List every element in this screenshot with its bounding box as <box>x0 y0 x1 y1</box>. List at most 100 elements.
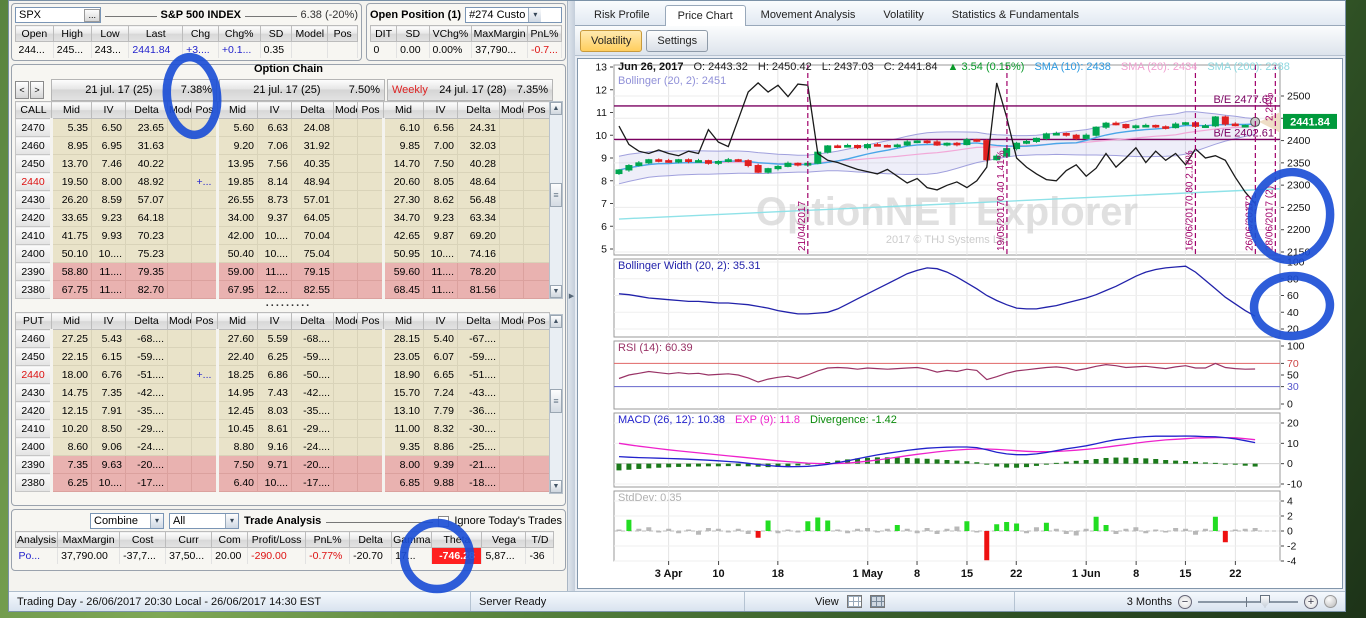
option-cell[interactable]: 11.00 <box>384 420 424 438</box>
option-cell[interactable] <box>500 402 524 420</box>
price-chart-svg[interactable]: OptionNET Explorer2017 © THJ Systems Ltd… <box>578 59 1360 591</box>
option-cell[interactable] <box>524 330 550 348</box>
option-cell[interactable] <box>358 191 384 209</box>
option-cell[interactable]: 8.73 <box>258 191 292 209</box>
option-cell[interactable]: 5.43 <box>92 330 126 348</box>
option-cell[interactable] <box>192 137 218 155</box>
option-cell[interactable] <box>168 456 192 474</box>
option-cell[interactable] <box>192 209 218 227</box>
option-cell[interactable]: 5.59 <box>258 330 292 348</box>
option-cell[interactable]: 15.70 <box>384 384 424 402</box>
option-cell[interactable] <box>500 245 524 263</box>
option-cell[interactable] <box>168 348 192 366</box>
option-cell[interactable]: 11.... <box>92 281 126 299</box>
option-cell[interactable] <box>192 119 218 137</box>
option-cell[interactable] <box>500 420 524 438</box>
option-cell[interactable] <box>334 366 358 384</box>
option-cell[interactable]: 8.60 <box>52 438 92 456</box>
option-cell[interactable]: 42.65 <box>384 227 424 245</box>
option-cell[interactable]: 6.50 <box>92 119 126 137</box>
put-table-scrollbar[interactable]: ▲ ≡ ▼ <box>549 314 563 494</box>
option-cell[interactable]: 40.35 <box>292 155 334 173</box>
option-cell[interactable]: 9.23 <box>92 209 126 227</box>
option-cell[interactable]: 8.00 <box>384 456 424 474</box>
option-cell[interactable]: 5.35 <box>52 119 92 137</box>
option-cell[interactable]: -29.... <box>292 420 334 438</box>
ignore-trades-checkbox[interactable] <box>438 516 449 527</box>
option-cell[interactable]: 59.60 <box>384 263 424 281</box>
option-cell[interactable]: -35.... <box>292 402 334 420</box>
option-cell[interactable]: 50.95 <box>384 245 424 263</box>
option-cell[interactable] <box>524 245 550 263</box>
option-cell[interactable]: 12.45 <box>218 402 258 420</box>
option-cell[interactable] <box>168 137 192 155</box>
option-cell[interactable]: -20.... <box>292 456 334 474</box>
expiry-next-button[interactable]: > <box>30 81 44 99</box>
volatility-button[interactable]: Volatility <box>580 30 642 52</box>
option-cell[interactable]: 8.00 <box>92 173 126 191</box>
scroll-down-icon[interactable]: ▼ <box>550 285 562 298</box>
option-cell[interactable] <box>358 209 384 227</box>
option-cell[interactable]: 10.... <box>258 227 292 245</box>
option-cell[interactable] <box>192 155 218 173</box>
option-cell[interactable]: 7.35 <box>92 384 126 402</box>
option-cell[interactable] <box>500 384 524 402</box>
option-cell[interactable]: 8.59 <box>92 191 126 209</box>
option-cell[interactable]: 70.23 <box>126 227 168 245</box>
option-cell[interactable] <box>334 263 358 281</box>
option-cell[interactable] <box>358 456 384 474</box>
option-cell[interactable]: 6.76 <box>92 366 126 384</box>
combine-select[interactable]: Combine ▾ <box>90 513 164 529</box>
zoom-in-button[interactable]: + <box>1304 595 1318 609</box>
option-cell[interactable] <box>192 474 218 492</box>
option-cell[interactable]: 9.93 <box>92 227 126 245</box>
option-cell[interactable]: 50.40 <box>218 245 258 263</box>
scroll-down-icon[interactable]: ▼ <box>550 480 562 493</box>
option-cell[interactable] <box>334 474 358 492</box>
expiry-header-2[interactable]: Weekly24 jul. 17 (28)7.35% <box>387 79 553 101</box>
option-cell[interactable]: 27.60 <box>218 330 258 348</box>
panel-splitter[interactable]: ▶ <box>567 1 575 591</box>
option-cell[interactable] <box>500 330 524 348</box>
option-cell[interactable] <box>192 384 218 402</box>
option-cell[interactable]: 6.40 <box>218 474 258 492</box>
option-cell[interactable]: 32.03 <box>458 137 500 155</box>
option-cell[interactable]: 10.... <box>92 474 126 492</box>
expiry-header-1[interactable]: 21 jul. 17 (25)7.50% <box>219 79 385 101</box>
option-cell[interactable]: 8.86 <box>424 438 458 456</box>
option-cell[interactable]: 7.91 <box>92 402 126 420</box>
option-cell[interactable]: -21.... <box>458 456 500 474</box>
option-cell[interactable] <box>168 384 192 402</box>
option-cell[interactable] <box>500 209 524 227</box>
option-cell[interactable]: -35.... <box>126 402 168 420</box>
option-cell[interactable]: 8.50 <box>92 420 126 438</box>
option-cell[interactable] <box>524 384 550 402</box>
option-cell[interactable]: -25.... <box>458 438 500 456</box>
option-cell[interactable]: -59.... <box>458 348 500 366</box>
option-cell[interactable]: 6.10 <box>384 119 424 137</box>
option-cell[interactable]: 10.... <box>424 245 458 263</box>
option-cell[interactable] <box>500 191 524 209</box>
option-cell[interactable]: 81.56 <box>458 281 500 299</box>
strike-cell[interactable]: 2450 <box>16 348 52 366</box>
option-cell[interactable]: +... <box>192 366 218 384</box>
option-cell[interactable] <box>500 137 524 155</box>
option-cell[interactable]: 6.56 <box>424 119 458 137</box>
option-cell[interactable]: 58.80 <box>52 263 92 281</box>
option-cell[interactable] <box>500 281 524 299</box>
option-cell[interactable] <box>500 263 524 281</box>
option-cell[interactable]: 7.24 <box>424 384 458 402</box>
strike-cell[interactable]: 2380 <box>16 474 52 492</box>
option-cell[interactable]: 69.20 <box>458 227 500 245</box>
strike-cell[interactable]: 2440 <box>16 366 52 384</box>
position-select[interactable]: #274 Custo ▾ <box>465 7 562 23</box>
scroll-up-icon[interactable]: ▲ <box>550 315 562 328</box>
option-cell[interactable] <box>192 348 218 366</box>
table-row[interactable]: Po...37,790.00-37,7...37,50...20.00-290.… <box>16 548 554 564</box>
option-cell[interactable]: 6.07 <box>424 348 458 366</box>
tab-statistics-fundamentals[interactable]: Statistics & Fundamentals <box>939 4 1092 25</box>
option-cell[interactable] <box>358 348 384 366</box>
option-cell[interactable]: 8.95 <box>52 137 92 155</box>
option-cell[interactable] <box>358 474 384 492</box>
option-cell[interactable]: 34.70 <box>384 209 424 227</box>
